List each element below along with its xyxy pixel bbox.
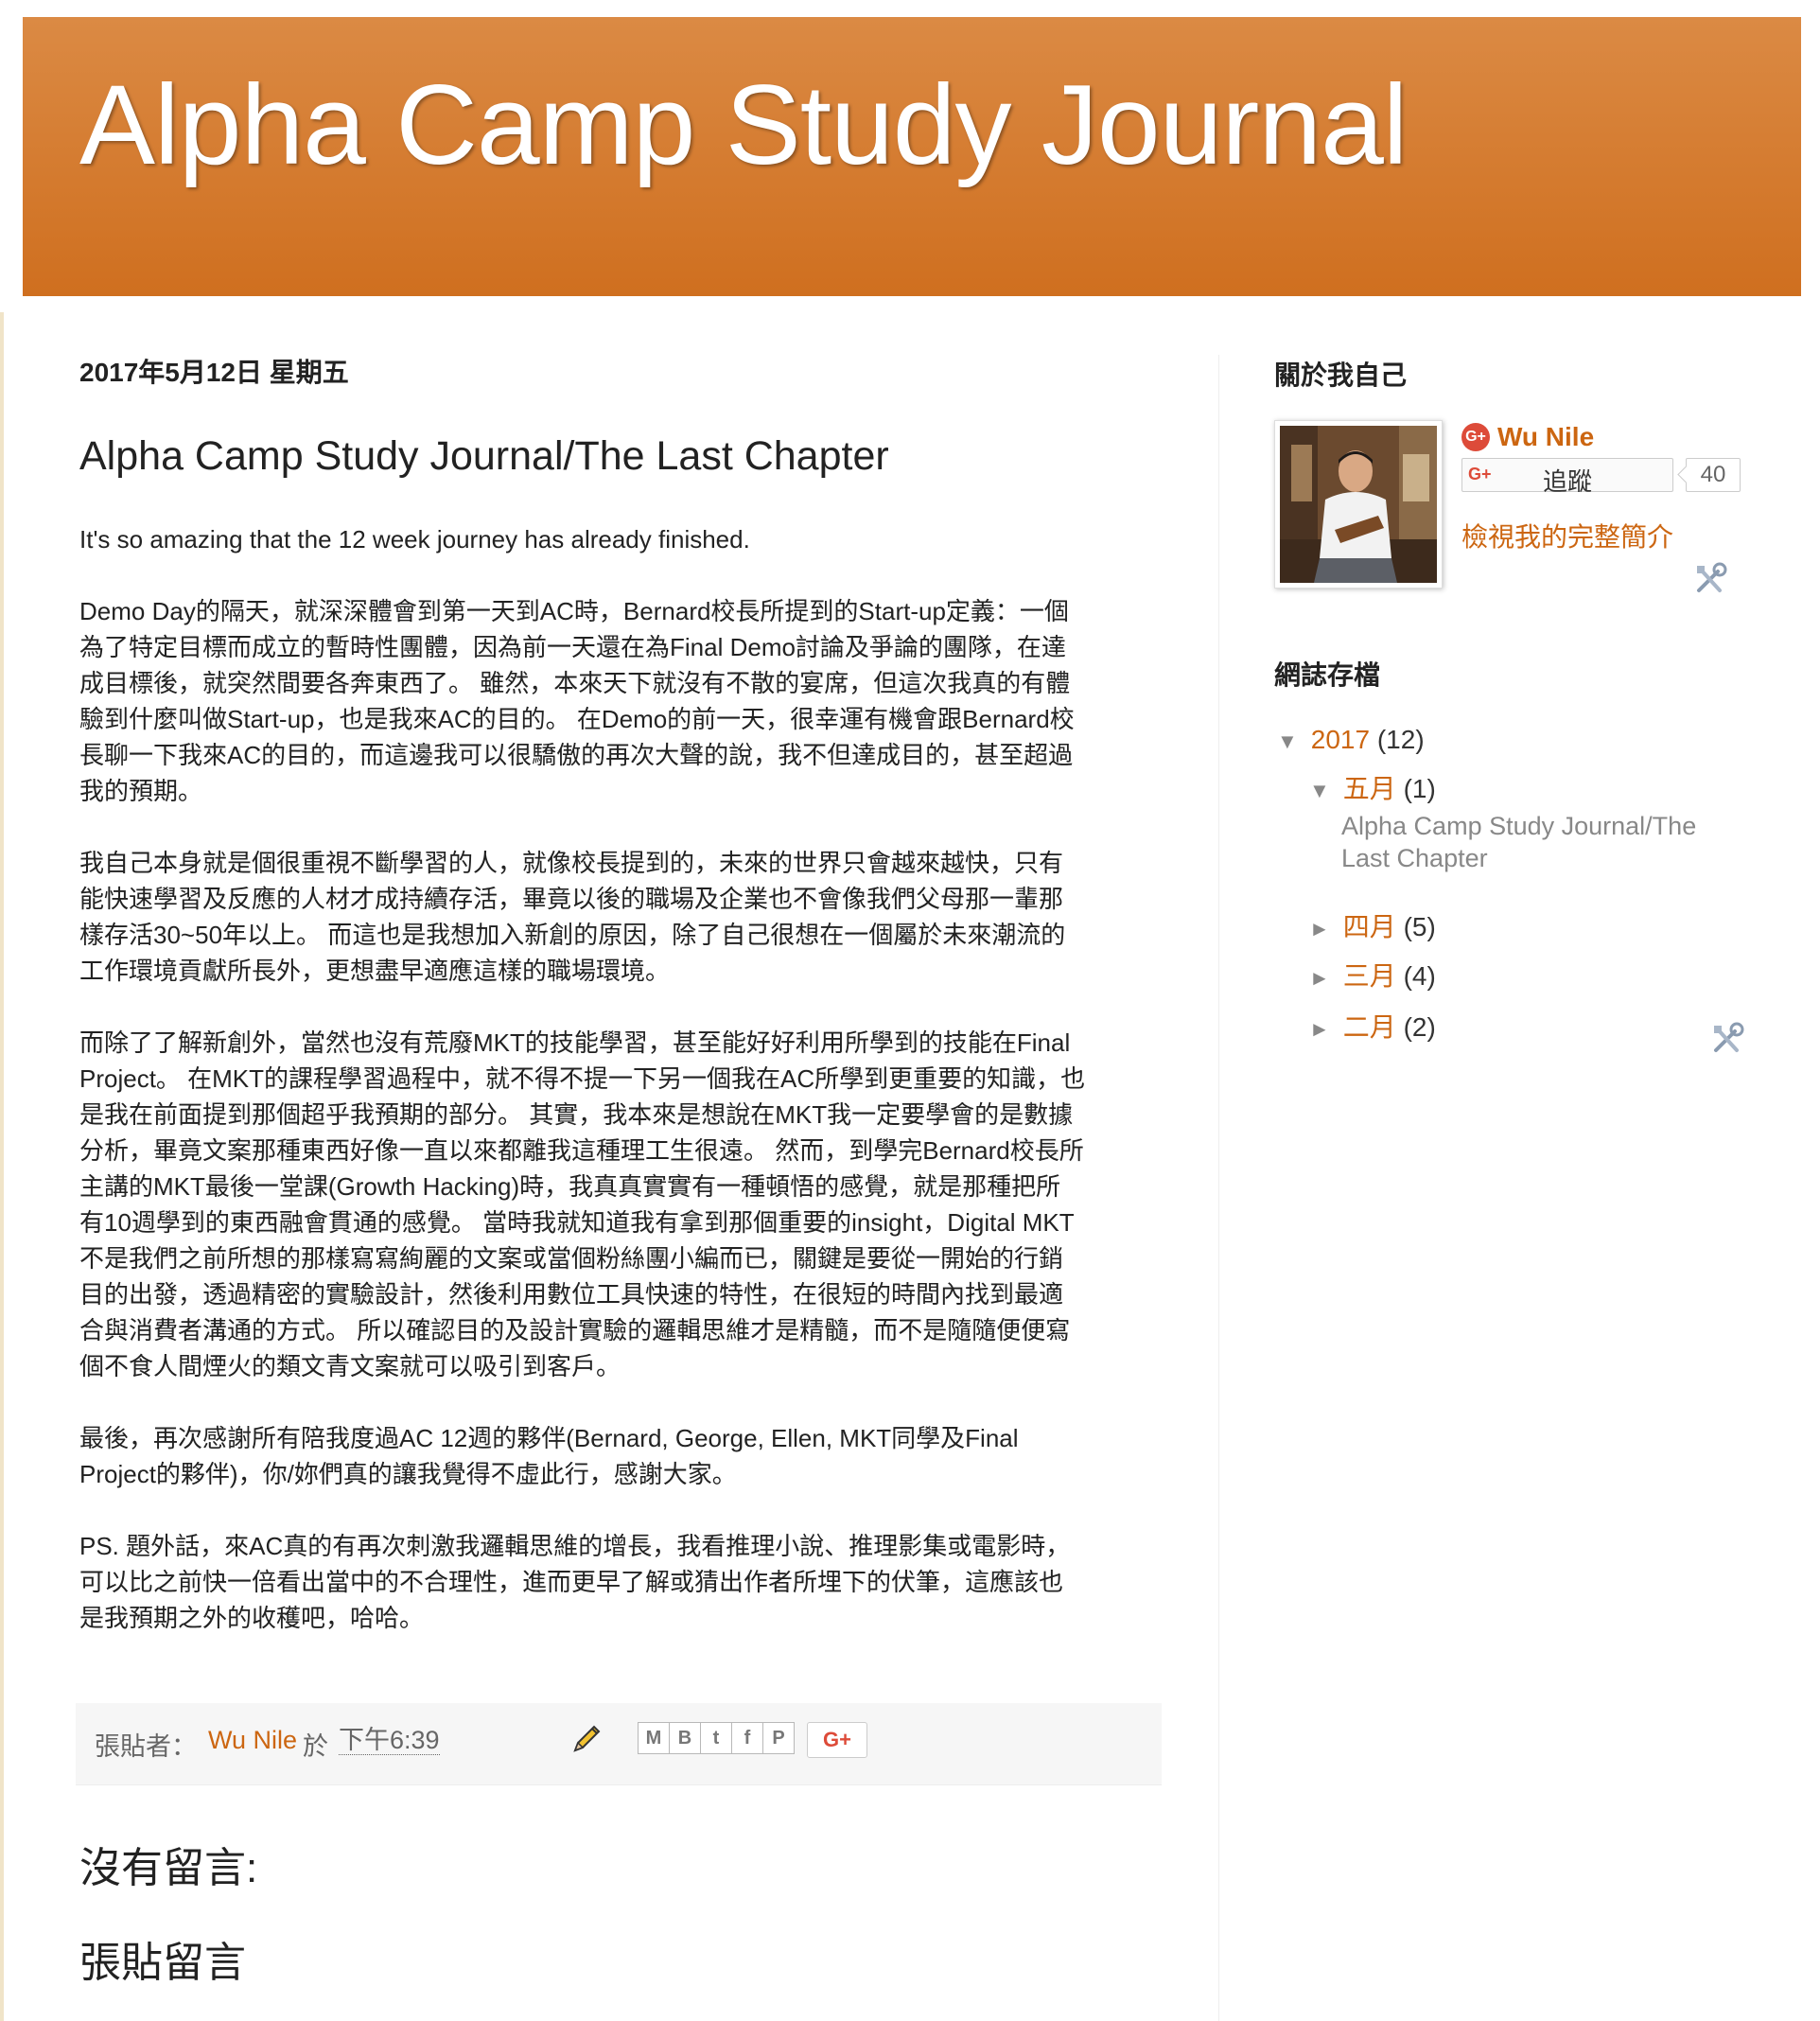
collapse-arrow-icon[interactable]: ► — [1309, 917, 1330, 941]
sidebar-divider — [1218, 355, 1219, 2021]
archive-count: (12) — [1376, 725, 1425, 754]
archive-current-post: Alpha Camp Study Journal/The Last Chapte… — [1341, 812, 1697, 872]
archive-month-february[interactable]: ► 二月 (2) — [1309, 1007, 1436, 1045]
archive-month-march[interactable]: ► 三月 (4) — [1309, 956, 1436, 993]
post-paragraph: 而除了了解新創外，當然也沒有荒廢MKT的技能學習，甚至能好好利用所學到的技能在F… — [79, 1028, 1086, 1380]
post-time-link[interactable]: 下午6:39 — [339, 1726, 440, 1755]
profile-name: G+ Wu Nile — [1461, 422, 1594, 452]
collapse-arrow-icon[interactable]: ► — [1309, 1017, 1330, 1042]
about-me-heading: 關於我自己 — [1274, 360, 1408, 390]
collapse-arrow-icon[interactable]: ► — [1309, 966, 1330, 991]
profile-avatar — [1280, 426, 1437, 583]
post-paragraph: 最後，再次感謝所有陪我度過AC 12週的夥伴(Bernard, George, … — [79, 1424, 1019, 1488]
edit-pencil-icon[interactable] — [568, 1720, 605, 1758]
posted-by-label: 張貼者： — [95, 1732, 197, 1761]
post-paragraph: Demo Day的隔天，就深深體會到第一天到AC時，Bernard校長所提到的S… — [79, 597, 1075, 805]
archive-count: (5) — [1403, 912, 1436, 941]
profile-name-link[interactable]: Wu Nile — [1497, 422, 1594, 452]
post-footer: 張貼者： Wu Nile 於 下午6:39 M B t f P G+ — [76, 1703, 1162, 1785]
archive-month-link[interactable]: 二月 — [1343, 1012, 1396, 1042]
quick-edit-tools-icon[interactable] — [1691, 560, 1729, 598]
pinterest-icon[interactable]: P — [762, 1722, 795, 1754]
gplus-share-button[interactable]: G+ — [807, 1722, 867, 1758]
post-paragraph: 我自己本身就是個很重視不斷學習的人，就像校長提到的，未來的世界只會越來越快，只有… — [79, 849, 1066, 985]
archive-month-april[interactable]: ► 四月 (5) — [1309, 906, 1436, 944]
google-plus-icon: G+ — [1461, 423, 1490, 451]
post-comment-heading: 張貼留言 — [79, 1940, 246, 1986]
post-body: It's so amazing that the 12 week journey… — [79, 521, 1158, 1636]
facebook-icon[interactable]: f — [731, 1722, 763, 1754]
post-paragraph: PS. 題外話，來AC真的有再次刺激我邏輯思維的增長，我看推理小說、推理影集或電… — [79, 1532, 1071, 1632]
archive-count: (4) — [1403, 961, 1436, 991]
archive-count: (1) — [1403, 774, 1436, 803]
archive-month-link[interactable]: 四月 — [1343, 912, 1396, 941]
blog-archive-heading: 網誌存檔 — [1274, 660, 1381, 690]
post-paragraph: It's so amazing that the 12 week journey… — [79, 525, 750, 554]
blog-header: Alpha Camp Study Journal — [23, 17, 1801, 296]
posted-at-label: 於 — [303, 1732, 328, 1761]
share-buttons: M B t f P G+ — [638, 1722, 867, 1758]
archive-month-link[interactable]: 五月 — [1343, 774, 1396, 803]
expand-arrow-icon[interactable]: ▼ — [1277, 729, 1298, 754]
profile-photo[interactable] — [1274, 420, 1443, 589]
expand-arrow-icon[interactable]: ▼ — [1309, 779, 1330, 803]
blog-title[interactable]: Alpha Camp Study Journal — [79, 60, 1408, 190]
twitter-icon[interactable]: t — [700, 1722, 732, 1754]
archive-count: (2) — [1403, 1012, 1436, 1042]
archive-year-2017[interactable]: ▼ 2017 (12) — [1277, 725, 1425, 755]
post-date: 2017年5月12日 星期五 — [79, 358, 349, 387]
blogger-icon[interactable]: B — [669, 1722, 701, 1754]
view-full-profile-link[interactable]: 檢視我的完整簡介 — [1461, 517, 1673, 554]
follow-label: 追蹤 — [1542, 467, 1592, 496]
main-column: 2017年5月12日 星期五 Alpha Camp Study Journal/… — [79, 352, 1158, 1672]
post-title: Alpha Camp Study Journal/The Last Chapte… — [79, 433, 889, 479]
archive-year-link[interactable]: 2017 — [1311, 725, 1370, 754]
email-icon[interactable]: M — [638, 1722, 670, 1754]
comments-heading: 沒有留言: — [79, 1845, 258, 1891]
quick-edit-tools-icon[interactable] — [1708, 1020, 1746, 1058]
archive-month-link[interactable]: 三月 — [1343, 961, 1396, 991]
left-border — [0, 312, 4, 2021]
archive-month-may[interactable]: ▼ 五月 (1) — [1309, 768, 1436, 806]
post-author-link[interactable]: Wu Nile — [208, 1726, 297, 1755]
follower-count: 40 — [1686, 458, 1741, 492]
follow-button[interactable]: G+ 追蹤 — [1461, 458, 1673, 496]
